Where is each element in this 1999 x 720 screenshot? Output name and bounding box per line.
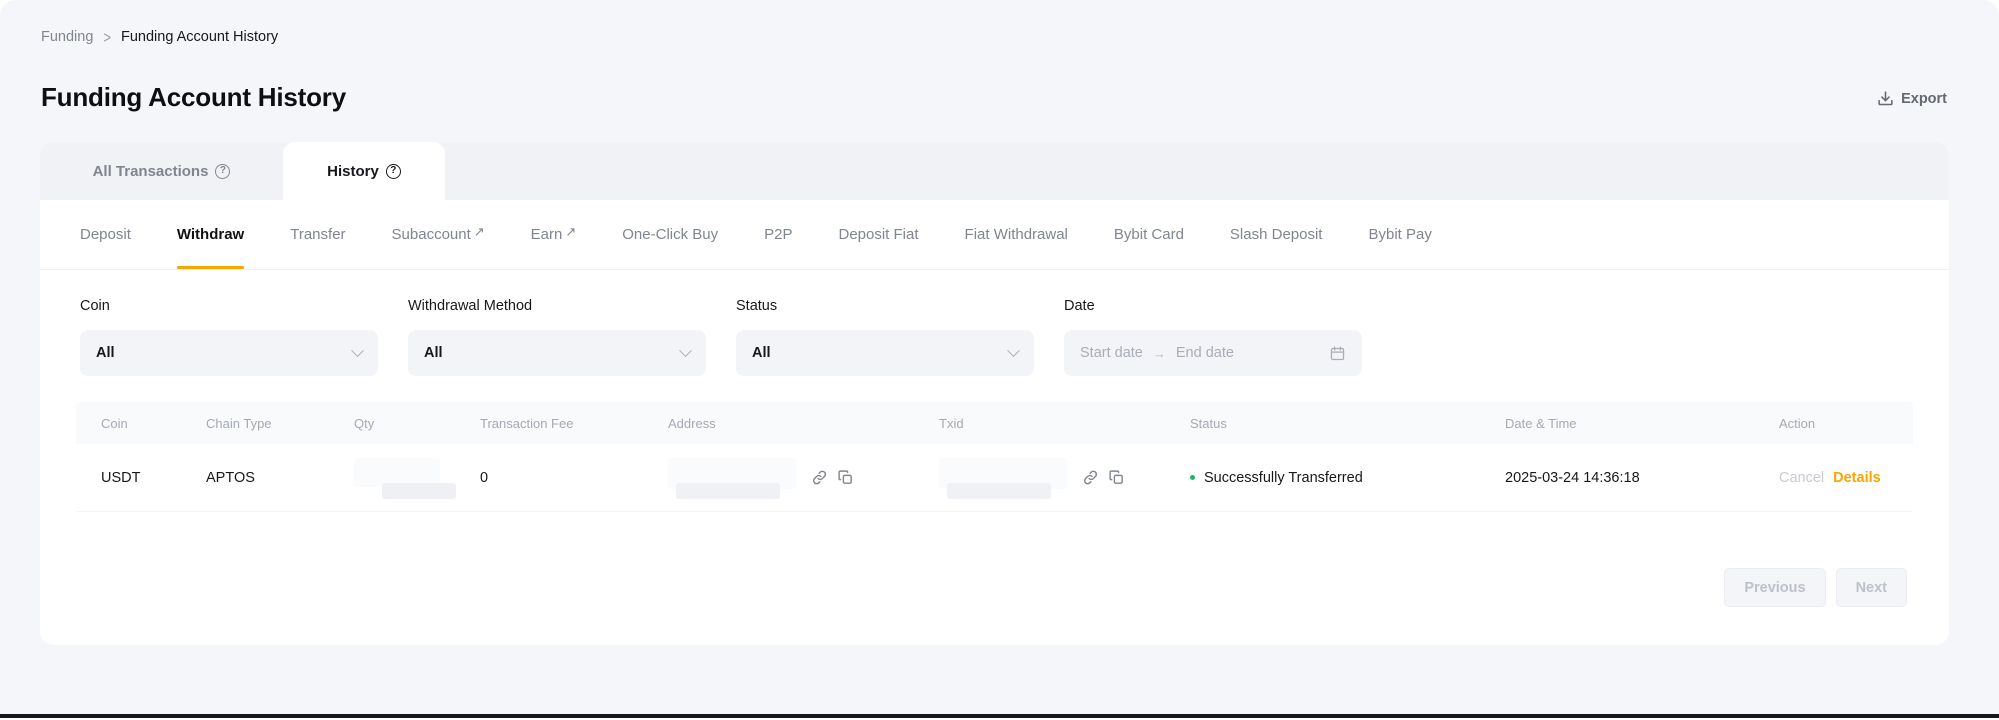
subtab-subaccount[interactable]: Subaccount↗ xyxy=(392,200,485,269)
status-select-value: All xyxy=(752,345,771,361)
coin-select[interactable]: All xyxy=(80,330,378,376)
filter-bar: Coin All Withdrawal Method All Status xyxy=(40,270,1949,376)
subtab-earn[interactable]: Earn↗ xyxy=(531,200,577,269)
download-icon xyxy=(1877,90,1894,107)
col-header-date-time: Date & Time xyxy=(1505,416,1779,431)
date-range-arrow-icon: → xyxy=(1153,346,1166,361)
subtab-p2p[interactable]: P2P xyxy=(764,200,792,269)
cell-status: Successfully Transferred xyxy=(1190,470,1505,486)
subtab-bar: Deposit Withdraw Transfer Subaccount↗ Ea… xyxy=(40,200,1949,270)
withdrawal-method-value: All xyxy=(424,345,443,361)
cell-chain-type: APTOS xyxy=(206,470,354,486)
copy-icon[interactable] xyxy=(1108,469,1125,486)
col-header-txid: Txid xyxy=(939,416,1190,431)
cell-date-time: 2025-03-24 14:36:18 xyxy=(1505,470,1779,486)
cancel-action-link[interactable]: Cancel xyxy=(1779,470,1824,486)
end-date-placeholder[interactable]: End date xyxy=(1176,345,1234,361)
coin-filter-label: Coin xyxy=(80,298,378,314)
col-header-coin: Coin xyxy=(101,416,206,431)
cell-action: Cancel Details xyxy=(1779,470,1913,486)
address-redacted-value xyxy=(668,456,802,500)
coin-select-value: All xyxy=(96,345,115,361)
status-filter: Status All xyxy=(736,298,1034,376)
cell-txid xyxy=(939,456,1190,500)
subtab-slash-deposit[interactable]: Slash Deposit xyxy=(1230,200,1323,269)
next-page-button[interactable]: Next xyxy=(1836,568,1907,607)
export-label: Export xyxy=(1901,91,1947,107)
history-panel: Deposit Withdraw Transfer Subaccount↗ Ea… xyxy=(40,200,1949,645)
col-header-transaction-fee: Transaction Fee xyxy=(480,416,668,431)
coin-filter: Coin All xyxy=(80,298,378,376)
previous-page-button[interactable]: Previous xyxy=(1724,568,1825,607)
chevron-down-icon xyxy=(679,344,692,357)
withdrawal-method-filter: Withdrawal Method All xyxy=(408,298,706,376)
external-link-icon: ↗ xyxy=(565,224,576,240)
help-icon[interactable]: ? xyxy=(386,164,401,179)
subtab-one-click-buy[interactable]: One-Click Buy xyxy=(622,200,718,269)
status-filter-label: Status xyxy=(736,298,1034,314)
tab-all-transactions-label: All Transactions xyxy=(93,163,209,180)
start-date-placeholder[interactable]: Start date xyxy=(1080,345,1143,361)
tab-history-label: History xyxy=(327,163,379,180)
window-bottom-edge xyxy=(0,714,1999,718)
subtab-transfer[interactable]: Transfer xyxy=(290,200,345,269)
col-header-action: Action xyxy=(1779,416,1913,431)
txid-redacted-value xyxy=(939,456,1073,500)
date-range-input[interactable]: Start date → End date xyxy=(1064,330,1362,376)
breadcrumb-current: Funding Account History xyxy=(121,29,278,45)
chevron-down-icon xyxy=(351,344,364,357)
qty-redacted-value xyxy=(354,456,466,500)
calendar-icon[interactable] xyxy=(1329,345,1346,362)
col-header-chain-type: Chain Type xyxy=(206,416,354,431)
cell-qty xyxy=(354,456,480,500)
col-header-qty: Qty xyxy=(354,416,480,431)
explorer-link-icon[interactable] xyxy=(1082,469,1099,486)
subtab-withdraw[interactable]: Withdraw xyxy=(177,200,244,269)
tab-history[interactable]: History ? xyxy=(283,142,445,200)
withdrawal-method-select[interactable]: All xyxy=(408,330,706,376)
table-row: USDT APTOS 0 xyxy=(76,444,1913,512)
help-icon[interactable]: ? xyxy=(215,164,230,179)
withdrawal-method-label: Withdrawal Method xyxy=(408,298,706,314)
details-action-link[interactable]: Details xyxy=(1833,470,1881,486)
explorer-link-icon[interactable] xyxy=(811,469,828,486)
page-title: Funding Account History xyxy=(41,82,346,113)
subtab-deposit-fiat[interactable]: Deposit Fiat xyxy=(838,200,918,269)
col-header-status: Status xyxy=(1190,416,1505,431)
cell-transaction-fee: 0 xyxy=(480,470,668,486)
subtab-deposit[interactable]: Deposit xyxy=(80,200,131,269)
page-background: Funding > Funding Account History Fundin… xyxy=(0,0,1999,714)
breadcrumb: Funding > Funding Account History xyxy=(41,29,278,45)
subtab-bybit-card[interactable]: Bybit Card xyxy=(1114,200,1184,269)
subtab-fiat-withdrawal[interactable]: Fiat Withdrawal xyxy=(965,200,1068,269)
status-text: Successfully Transferred xyxy=(1204,470,1363,486)
status-success-dot-icon xyxy=(1190,475,1195,480)
main-tabs: All Transactions ? History ? xyxy=(40,142,1949,200)
subtab-bybit-pay[interactable]: Bybit Pay xyxy=(1368,200,1431,269)
col-header-address: Address xyxy=(668,416,939,431)
pagination: Previous Next xyxy=(1724,568,1907,607)
export-button[interactable]: Export xyxy=(1877,90,1947,107)
breadcrumb-parent-link[interactable]: Funding xyxy=(41,29,93,45)
chevron-down-icon xyxy=(1007,344,1020,357)
table-header-row: Coin Chain Type Qty Transaction Fee Addr… xyxy=(76,402,1913,444)
tab-all-transactions[interactable]: All Transactions ? xyxy=(40,142,283,200)
cell-address xyxy=(668,456,939,500)
withdraw-history-table: Coin Chain Type Qty Transaction Fee Addr… xyxy=(76,402,1913,512)
history-card: All Transactions ? History ? Deposit Wit… xyxy=(40,142,1949,645)
date-filter-label: Date xyxy=(1064,298,1362,314)
breadcrumb-separator-icon: > xyxy=(103,28,111,47)
external-link-icon: ↗ xyxy=(474,224,485,240)
status-select[interactable]: All xyxy=(736,330,1034,376)
cell-coin: USDT xyxy=(101,470,206,486)
date-filter: Date Start date → End date xyxy=(1064,298,1362,376)
copy-icon[interactable] xyxy=(837,469,854,486)
